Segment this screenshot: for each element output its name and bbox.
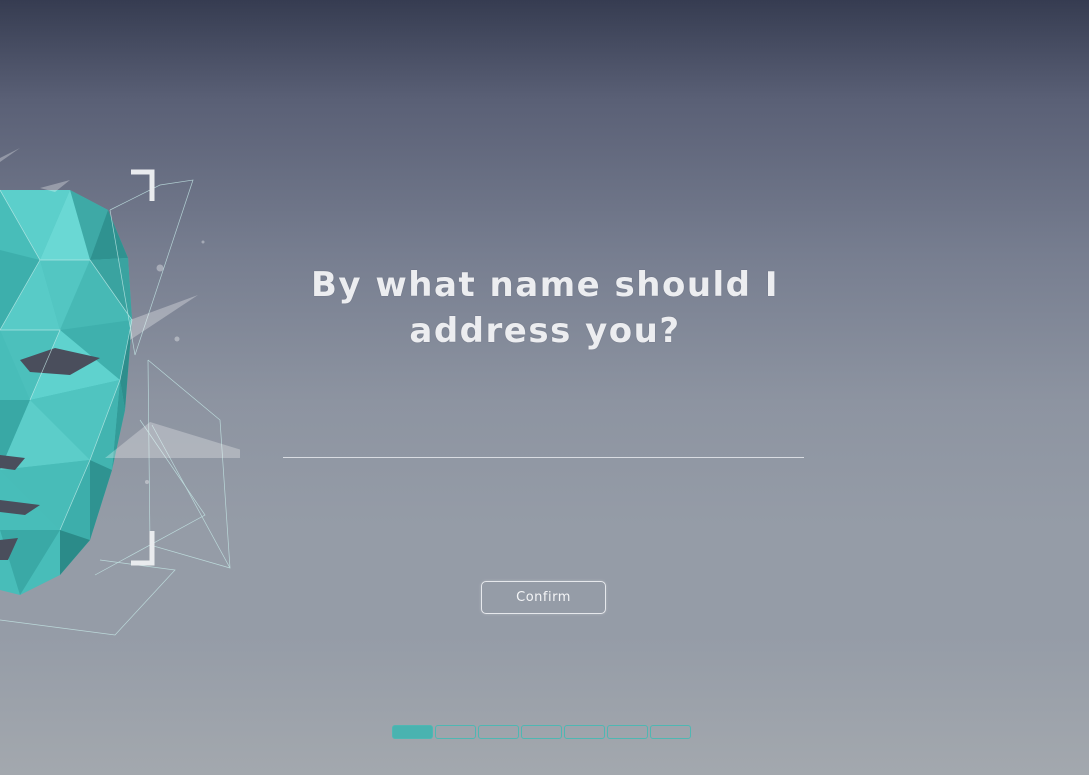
- progress-step-6: [607, 725, 648, 739]
- progress-step-2: [435, 725, 476, 739]
- confirm-button[interactable]: Confirm: [481, 581, 606, 614]
- progress-step-7: [650, 725, 691, 739]
- progress-step-3: [478, 725, 519, 739]
- progress-step-5: [564, 725, 605, 739]
- name-input[interactable]: [283, 420, 804, 458]
- prompt-question: By what name should I address you?: [310, 265, 780, 351]
- progress-indicator: [392, 725, 693, 739]
- progress-step-4: [521, 725, 562, 739]
- onboarding-screen: By what name should I address you? Confi…: [0, 0, 1089, 775]
- low-poly-face-icon: [0, 148, 240, 636]
- progress-step-1: [392, 725, 433, 739]
